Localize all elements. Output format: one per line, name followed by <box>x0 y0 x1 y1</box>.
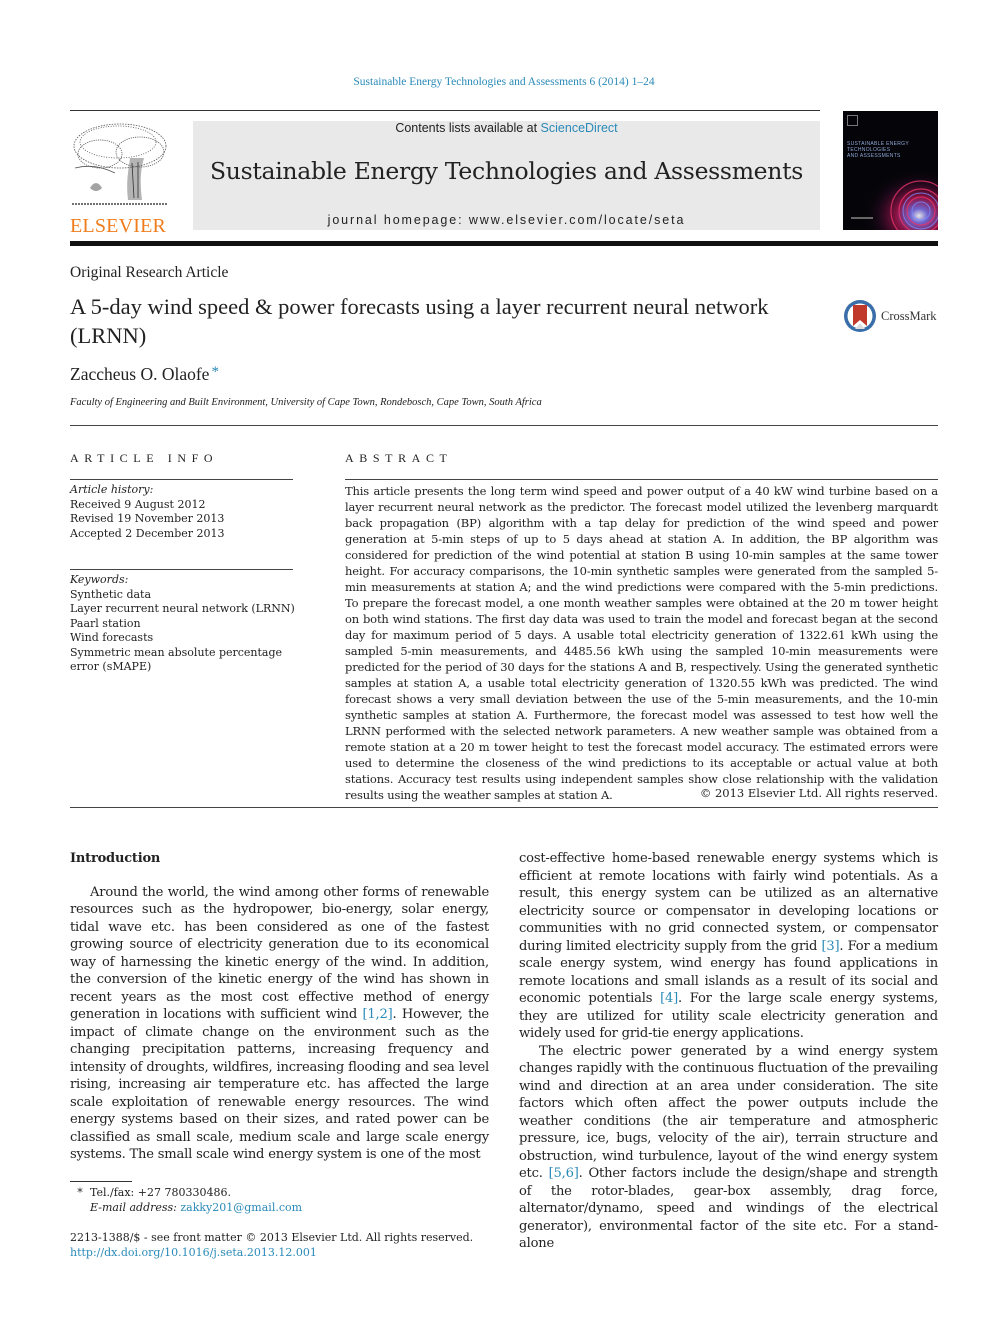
elsevier-wordmark: ELSEVIER <box>70 215 167 237</box>
abstract-bottom-rule <box>70 807 938 808</box>
citation-link[interactable]: [5,6] <box>549 1166 579 1181</box>
crossmark-label: CrossMark <box>881 308 937 323</box>
keywords-rule <box>70 569 293 570</box>
keyword-item: Symmetric mean absolute percentage error… <box>70 645 283 674</box>
abstract-rule <box>345 479 938 480</box>
keywords-label: Keywords: <box>70 573 129 586</box>
citation-link[interactable]: [4] <box>660 991 678 1006</box>
article-type: Original Research Article <box>70 264 229 281</box>
footnote-rule <box>70 1181 132 1182</box>
email-label: E-mail address: <box>90 1201 181 1214</box>
elsevier-logo[interactable]: ELSEVIER <box>70 118 172 237</box>
journal-homepage: journal homepage: www.elsevier.com/locat… <box>193 213 820 227</box>
issn-line: 2213-1388/$ - see front matter © 2013 El… <box>70 1231 474 1244</box>
elsevier-tree-icon <box>72 123 168 205</box>
abstract-text: This article presents the long term wind… <box>345 484 938 802</box>
footnote-marker: * <box>77 1186 83 1199</box>
journal-title: Sustainable Energy Technologies and Asse… <box>209 157 804 185</box>
article-history: Article history: Received 9 August 2012 … <box>70 483 310 541</box>
body-column-left: Introduction Around the world, the wind … <box>70 850 489 1164</box>
keyword-item: Layer recurrent neural network (LRNN) <box>70 602 295 615</box>
article-info-rule <box>70 479 293 480</box>
paragraph-text: . However, the impact of climate change … <box>70 1007 489 1162</box>
contents-line: Contents lists available at ScienceDirec… <box>193 121 820 135</box>
article-title: A 5-day wind speed & power forecasts usi… <box>70 294 769 348</box>
abstract-heading: ABSTRACT <box>345 451 453 465</box>
keyword-item: Wind forecasts <box>70 631 154 644</box>
homepage-url-link[interactable]: www.elsevier.com/locate/seta <box>469 213 685 227</box>
author-affiliation: Faculty of Engineering and Built Environ… <box>70 397 542 408</box>
body-paragraph: Around the world, the wind among other f… <box>70 884 489 1164</box>
article-info-heading: ARTICLE INFO <box>70 451 219 465</box>
email-link[interactable]: zakky201@gmail.com <box>180 1201 302 1214</box>
cover-art-icon <box>843 151 938 230</box>
introduction-heading: Introduction <box>70 851 161 866</box>
citation-link[interactable]: [1,2] <box>363 1007 393 1022</box>
header-thick-rule <box>70 241 938 246</box>
journal-cover-image[interactable]: SUSTAINABLE ENERGY TECHNOLOGIES AND ASSE… <box>843 111 938 230</box>
author-line: Zaccheus O. Olaofe * <box>70 364 219 385</box>
history-item: Received 9 August 2012 <box>70 497 206 511</box>
doi-link[interactable]: http://dx.doi.org/10.1016/j.seta.2013.12… <box>70 1246 317 1259</box>
journal-reference-link[interactable]: Sustainable Energy Technologies and Asse… <box>0 76 992 88</box>
crossmark-icon <box>844 300 876 332</box>
paragraph-text: The electric power generated by a wind e… <box>519 1043 938 1182</box>
paragraph-text: . Other factors include the design/shape… <box>519 1166 939 1251</box>
body-paragraph: cost-effective home-based renewable ener… <box>519 850 938 1043</box>
author-name[interactable]: Zaccheus O. Olaofe <box>70 364 209 384</box>
crossmark-button[interactable]: CrossMark <box>843 298 943 334</box>
keyword-item: Paarl station <box>70 616 141 630</box>
keyword-item: Synthetic data <box>70 587 152 601</box>
paragraph-text: Around the world, the wind among other f… <box>70 884 489 1023</box>
citation-link[interactable]: [3] <box>821 939 839 954</box>
history-item: Accepted 2 December 2013 <box>70 526 225 540</box>
body-column-right: cost-effective home-based renewable ener… <box>519 850 938 1253</box>
keywords-list: Keywords: Synthetic data Layer recurrent… <box>70 573 310 675</box>
contents-prefix: Contents lists available at <box>395 121 541 135</box>
header-top-rule <box>70 110 820 111</box>
sciencedirect-link[interactable]: ScienceDirect <box>541 121 618 135</box>
author-footnote: * Tel./fax: +27 780330486. E-mail address… <box>70 1185 490 1215</box>
article-history-label: Article history: <box>70 483 154 496</box>
body-paragraph: The electric power generated by a wind e… <box>519 1043 938 1253</box>
title-separator-rule <box>70 425 938 426</box>
history-item: Revised 19 November 2013 <box>70 512 225 525</box>
abstract-copyright: © 2013 Elsevier Ltd. All rights reserved… <box>699 786 938 800</box>
corresponding-author-marker[interactable]: * <box>211 364 219 380</box>
front-matter: 2213-1388/$ - see front matter © 2013 El… <box>70 1230 530 1260</box>
footnote-tel: Tel./fax: +27 780330486. <box>90 1186 231 1199</box>
homepage-prefix: journal homepage: <box>327 213 469 227</box>
